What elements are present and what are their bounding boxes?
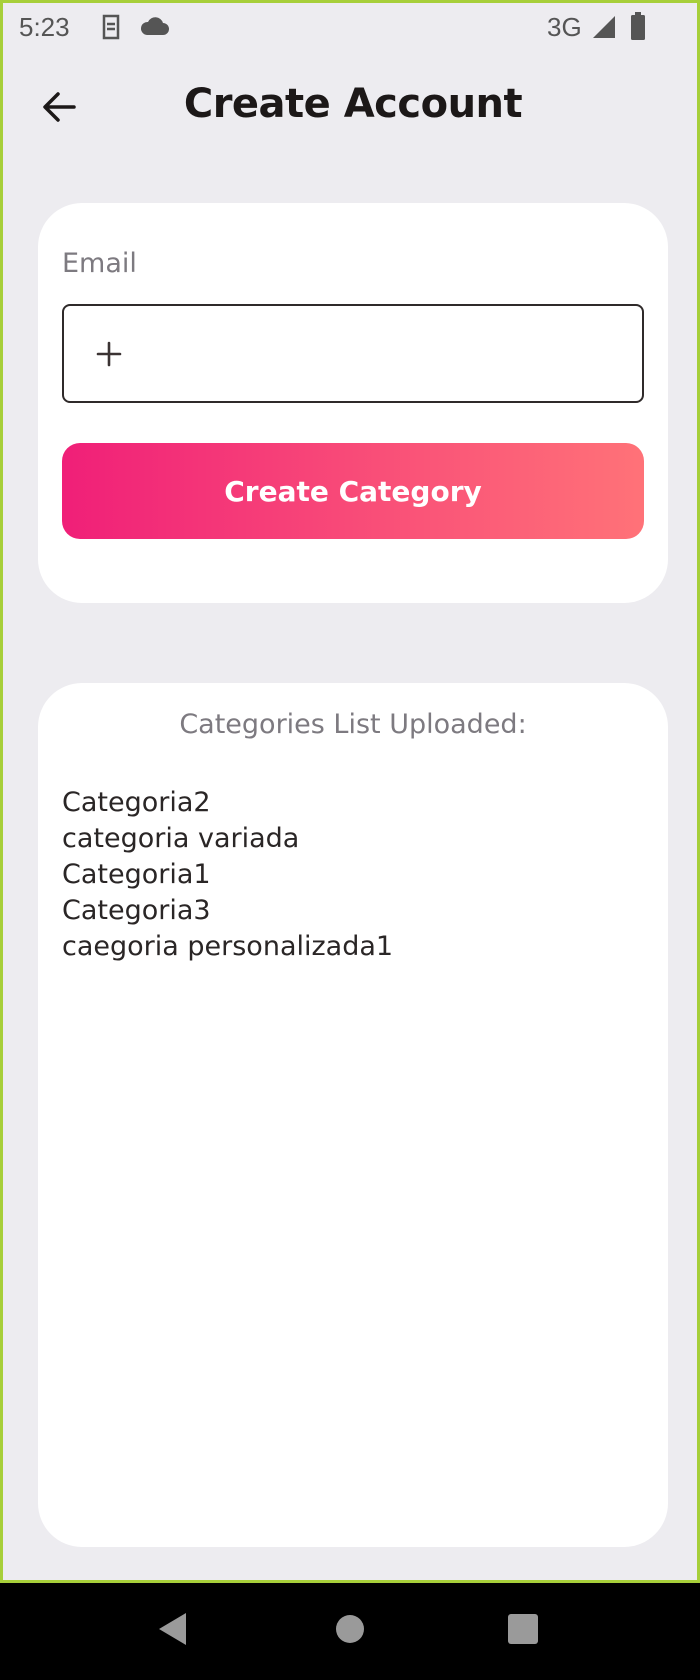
list-item: Categoria3: [62, 895, 211, 926]
list-item: Categoria1: [62, 859, 211, 890]
list-item: Categoria2: [62, 787, 211, 818]
categories-list-title: Categories List Uploaded:: [179, 709, 527, 740]
signal-icon: [591, 14, 617, 44]
create-category-card: Email Create Category: [38, 203, 668, 603]
plus-icon: [94, 326, 124, 382]
page-title: Create Account: [183, 81, 523, 127]
battery-icon: [630, 12, 646, 44]
categories-list-card: Categories List Uploaded: Categoria2 cat…: [38, 683, 668, 1547]
list-item: categoria variada: [62, 823, 300, 854]
app-screen: 5:23 3G Create Account Email Create Cate…: [0, 0, 700, 1583]
sim-card-icon: [99, 13, 123, 45]
recents-square-icon: [507, 1613, 539, 1649]
nav-home-button[interactable]: [320, 1601, 380, 1661]
home-circle-icon: [334, 1613, 366, 1649]
category-list: Categoria2 categoria variada Categoria1 …: [62, 785, 393, 965]
email-label: Email: [62, 248, 137, 279]
email-field-container[interactable]: [62, 304, 644, 403]
nav-back-button[interactable]: [143, 1601, 203, 1661]
status-bar: 5:23 3G: [3, 3, 700, 53]
network-type: 3G: [547, 12, 582, 42]
back-triangle-icon: [156, 1611, 190, 1651]
email-field[interactable]: [144, 306, 638, 403]
cloud-icon: [139, 15, 169, 41]
nav-recents-button[interactable]: [493, 1601, 553, 1661]
create-category-button[interactable]: Create Category: [62, 443, 644, 539]
system-nav-bar: [0, 1583, 700, 1680]
list-item: caegoria personalizada1: [62, 931, 394, 962]
status-time: 5:23: [19, 12, 70, 42]
